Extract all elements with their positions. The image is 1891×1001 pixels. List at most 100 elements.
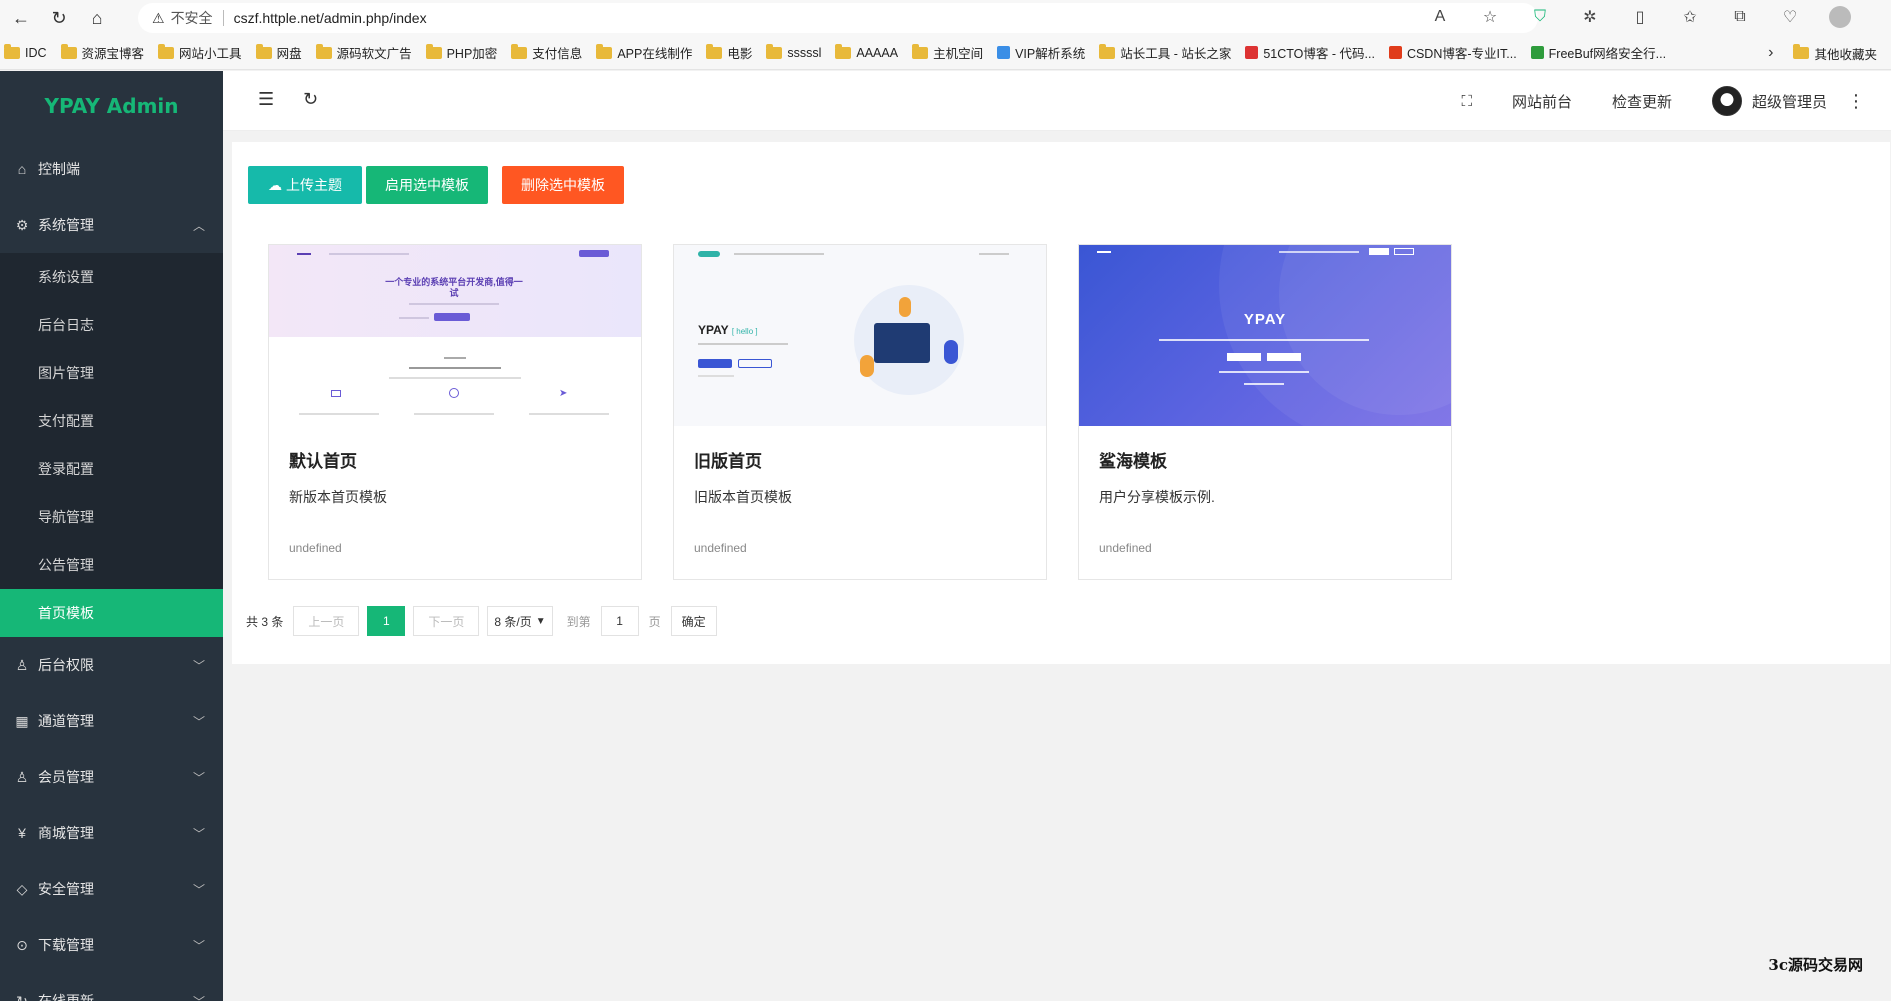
template-card-default[interactable]: 一个专业的系统平台开发商,值得一试 ➤ 默认首页 新版本首页模板 undefin… [268,244,642,580]
thumb-brand: YPAY [698,323,729,337]
sidebar-subitem[interactable]: 公告管理 [0,541,223,589]
check-update-link[interactable]: 检查更新 [1592,91,1692,112]
folder-icon [4,43,20,59]
card-meta: undefined [289,541,342,555]
back-icon[interactable]: ← [4,1,38,35]
template-thumbnail: YPAY [ hello ] [674,245,1046,426]
sidebar-subitem[interactable]: 支付配置 [0,397,223,445]
upload-theme-button[interactable]: ☁ 上传主题 [248,166,362,204]
sidebar-subitem[interactable]: 系统设置 [0,253,223,301]
health-icon[interactable]: ♡ [1779,6,1801,28]
shield-icon[interactable]: ⛉ [1529,6,1551,28]
delete-template-button[interactable]: 删除选中模板 [502,166,624,204]
bookmark-item[interactable]: 主机空间 [912,43,983,62]
thumb-cta [434,313,470,321]
sidebar-subitem[interactable]: 图片管理 [0,349,223,397]
split-screen-icon[interactable]: ▯ [1629,6,1651,28]
bookmark-label: 站长工具 - 站长之家 [1120,47,1232,61]
sidebar: YPAY Admin ⌂ 控制端 ⚙ 系统管理 ︿ 系统设置 后台日志 图片管理 支付配置 登录配… [0,71,223,1001]
bookmark-label: AAAAA [856,45,899,60]
chevron-down-icon: ﹀ [192,826,205,841]
bookmarks-bar: IDC 资源宝博客 网站小工具 网盘 源码软文广告 PHP加密 支付信息 APP在线制作 电影 s… [0,36,1891,70]
template-card-legacy[interactable]: YPAY [ hello ] 旧版首页 旧版本首页模板 undefined [673,244,1047,580]
sidebar-item-label: 下载管理 [38,937,94,953]
bookmark-item[interactable]: FreeBuf网络安全行... [1530,43,1666,62]
refresh-icon[interactable]: ↻ [303,89,318,110]
folder-icon [425,43,442,59]
sidebar-subitem[interactable]: 导航管理 [0,493,223,541]
thumb-cta [1227,353,1261,361]
home-icon[interactable]: ⌂ [80,1,114,35]
bookmark-item[interactable]: 源码软文广告 [315,43,412,62]
more-icon[interactable]: ⋮ [1827,91,1891,112]
bookmark-item[interactable]: 支付信息 [511,43,582,62]
sidebar-subitem[interactable]: 后台日志 [0,301,223,349]
user-icon: ♙ [15,768,29,785]
bookmark-item[interactable]: sssssl [766,43,822,60]
bookmark-item[interactable]: 网盘 [255,43,302,62]
menu-toggle-icon[interactable]: ☰ [258,89,274,110]
sidebar-item[interactable]: ♙ 会员管理 ﹀ [0,749,223,805]
goto-page-input[interactable]: 1 [600,606,639,636]
sidebar-subitem[interactable]: 登录配置 [0,445,223,493]
extensions-icon[interactable]: ✲ [1579,6,1601,28]
sidebar-item[interactable]: ↻ 在线更新 ﹀ [0,973,223,1001]
page-size-select[interactable]: 8 条/页 ▼ [487,606,553,636]
sidebar-item[interactable]: ⚙ 系统管理 ︿ [0,197,223,253]
user-name[interactable]: 超级管理员 [1752,91,1827,112]
sidebar-subitem[interactable]: 首页模板 [0,589,223,637]
profile-avatar[interactable] [1829,6,1851,28]
thumb-feature-text [299,413,379,415]
chevron-down-icon: ﹀ [192,882,205,897]
address-bar[interactable]: ⚠ 不安全 cszf.httple.net/admin.php/index [138,3,1538,33]
bookmark-item[interactable]: VIP解析系统 [997,43,1085,62]
current-page-button[interactable]: 1 [367,606,406,636]
chevron-down-icon: ﹀ [192,714,205,729]
thumb-subline [399,317,429,319]
template-panel: ☁ 上传主题 启用选中模板 删除选中模板 一个专业的系统平台开发商,值得一试 ➤… [232,142,1890,664]
bookmark-item[interactable]: 资源宝博客 [60,43,144,62]
bookmark-item[interactable]: IDC [4,43,47,60]
bookmark-item[interactable]: CSDN博客-专业IT... [1388,43,1517,62]
sidebar-item[interactable]: ⊙ 下载管理 ﹀ [0,917,223,973]
favorites-icon[interactable]: ✩ [1679,6,1701,28]
sidebar-item[interactable]: ◇ 安全管理 ﹀ [0,861,223,917]
bookmark-item[interactable]: 网站小工具 [158,43,242,62]
prev-page-button[interactable]: 上一页 [293,606,360,636]
collections-icon[interactable]: ⧉ [1729,6,1751,28]
sidebar-item[interactable]: ♙ 后台权限 ﹀ [0,637,223,693]
sidebar-item-label: 在线更新 [38,993,94,1001]
sidebar-item[interactable]: ▦ 通道管理 ﹀ [0,693,223,749]
bookmark-item[interactable]: AAAAA [835,43,899,60]
other-bookmarks[interactable]: 其他收藏夹 [1793,44,1877,63]
thumb-illustration-screen [874,323,930,363]
goto-label: 到第 [566,614,591,629]
thumb-nav-button [579,250,609,257]
reload-icon[interactable]: ↻ [42,1,76,35]
bookmark-label: sssssl [787,45,822,60]
enable-template-button[interactable]: 启用选中模板 [366,166,488,204]
template-card-shark[interactable]: YPAY 鲨海模板 用户分享模板示例. undefined [1078,244,1452,580]
thumb-logo [1097,251,1111,253]
submenu: 系统设置 后台日志 图片管理 支付配置 登录配置 导航管理 公告管理 首页模板 [0,253,223,637]
site-front-link[interactable]: 网站前台 [1492,91,1592,112]
bookmark-label: 主机空间 [933,47,984,61]
avatar[interactable] [1711,86,1742,116]
thumb-illustration-person [860,355,874,377]
bookmark-item[interactable]: 电影 [706,43,752,62]
read-aloud-icon[interactable]: A [1429,6,1451,28]
bookmark-item[interactable]: 51CTO博客 - 代码... [1245,43,1375,62]
bookmark-item[interactable]: 站长工具 - 站长之家 [1099,43,1231,62]
chevron-right-icon[interactable]: › [1768,44,1773,62]
fullscreen-icon[interactable]: ⛶ [1441,93,1492,110]
thumb-nav-button [1394,248,1414,255]
sidebar-item[interactable]: ¥ 商城管理 ﹀ [0,805,223,861]
next-page-button[interactable]: 下一页 [413,606,480,636]
star-icon[interactable]: ☆ [1479,6,1501,28]
folder-icon [1099,43,1116,59]
sidebar-item[interactable]: ⌂ 控制端 [0,141,223,197]
thumb-cta-secondary [1267,353,1301,361]
bookmark-item[interactable]: PHP加密 [425,43,497,62]
goto-confirm-button[interactable]: 确定 [670,606,717,636]
bookmark-item[interactable]: APP在线制作 [596,43,692,62]
